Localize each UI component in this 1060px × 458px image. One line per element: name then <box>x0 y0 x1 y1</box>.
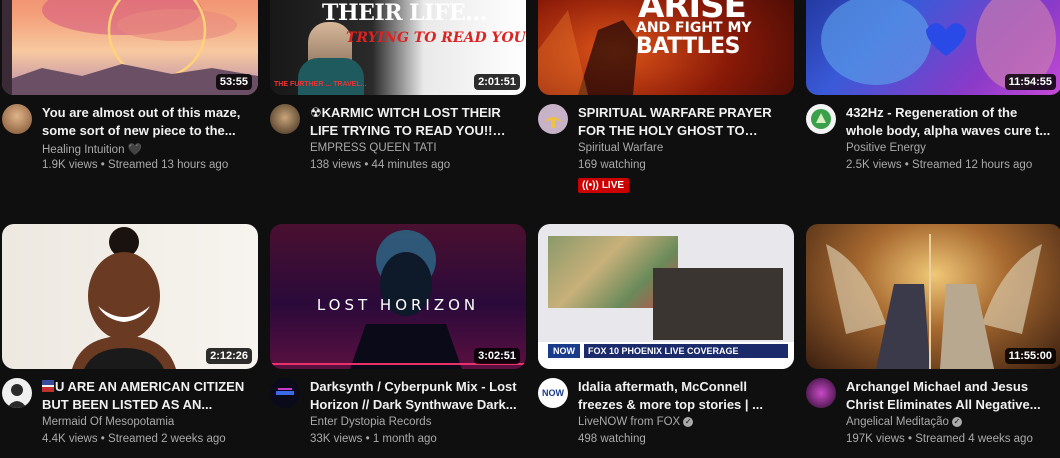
channel-avatar[interactable] <box>2 104 32 134</box>
channel-name[interactable]: Angelical Meditação ✓ <box>846 416 962 428</box>
video-meta: U ARE AN AMERICAN CITIZEN BUT BEEN LISTE… <box>2 378 258 458</box>
black-heart-icon: 🖤 <box>127 144 143 156</box>
video-meta: SPIRITUAL WARFARE PRAYER FOR THE HOLY GH… <box>538 104 794 193</box>
video-thumbnail[interactable]: NOW FOX 10 PHOENIX LIVE COVERAGE <box>538 224 794 369</box>
thumbnail-overlay-text: BATTLES <box>636 34 741 59</box>
video-stats: 169 watching <box>578 159 646 171</box>
video-meta: 432Hz - Regeneration of the whole body, … <box>806 104 1060 184</box>
video-stats: 1.9K views • Streamed 13 hours ago <box>42 159 229 171</box>
thumbnail-overlay-text: LOST HORIZON <box>316 296 480 314</box>
video-meta: Archangel Michael and Jesus Christ Elimi… <box>806 378 1060 458</box>
video-thumbnail[interactable]: 2:12:26 <box>2 224 258 369</box>
live-badge: ((•)) LIVE <box>578 178 630 193</box>
channel-avatar[interactable]: NOW <box>538 378 568 408</box>
video-meta: NOW Idalia aftermath, McConnell freezes … <box>538 378 794 458</box>
radiation-icon: ☢ <box>310 105 322 120</box>
thumbnail-overlay-text: FOX 10 PHOENIX LIVE COVERAGE <box>584 344 788 358</box>
video-title[interactable]: Darksynth / Cyberpunk Mix - Lost Horizon… <box>310 378 520 414</box>
channel-name[interactable]: Healing Intuition 🖤 <box>42 142 142 156</box>
video-stats: 2.5K views • Streamed 12 hours ago <box>846 159 1033 171</box>
channel-avatar[interactable] <box>806 104 836 134</box>
live-broadcast-icon: ((•)) <box>582 180 599 191</box>
video-stats: 498 watching <box>578 433 646 445</box>
video-thumbnail[interactable]: 11:55:00 <box>806 224 1060 369</box>
video-title[interactable]: Idalia aftermath, McConnell freezes & mo… <box>578 378 788 414</box>
channel-name[interactable]: Enter Dystopia Records <box>310 416 431 428</box>
channel-name[interactable]: Mermaid Of Mesopotamia <box>42 416 174 428</box>
video-thumbnail[interactable]: ARISE AND FIGHT MY BATTLES <box>538 0 794 95</box>
video-meta: ☢KARMIC WITCH LOST THEIR LIFE TRYING TO … <box>270 104 526 184</box>
video-title[interactable]: SPIRITUAL WARFARE PRAYER FOR THE HOLY GH… <box>578 104 788 140</box>
verified-icon: ✓ <box>683 416 694 427</box>
channel-avatar[interactable] <box>538 104 568 134</box>
video-duration: 11:54:55 <box>1004 74 1056 90</box>
video-stats: 197K views • Streamed 4 weeks ago <box>846 433 1033 445</box>
channel-name[interactable]: Positive Energy <box>846 142 926 154</box>
video-duration: 11:55:00 <box>1004 348 1056 364</box>
video-duration: 2:01:51 <box>474 74 520 90</box>
channel-avatar[interactable] <box>806 378 836 408</box>
video-title[interactable]: You are almost out of this maze, some so… <box>42 104 252 140</box>
video-stats: 33K views • 1 month ago <box>310 433 437 445</box>
thumbnail-overlay-text: THEIR LIFE... <box>322 0 487 26</box>
video-duration: 3:02:51 <box>474 348 520 364</box>
video-thumbnail[interactable]: 53:55 <box>2 0 258 95</box>
channel-avatar[interactable] <box>270 378 300 408</box>
channel-name[interactable]: LiveNOW from FOX ✓ <box>578 416 694 428</box>
video-stats: 4.4K views • Streamed 2 weeks ago <box>42 433 226 445</box>
video-title[interactable]: U ARE AN AMERICAN CITIZEN BUT BEEN LISTE… <box>42 378 252 414</box>
channel-avatar[interactable] <box>270 104 300 134</box>
video-duration: 53:55 <box>215 74 252 90</box>
thumbnail-overlay-subtext: TRYING TO READ YOU <box>346 30 526 46</box>
video-duration: 2:12:26 <box>206 348 252 364</box>
video-stats: 138 views • 44 minutes ago <box>310 159 451 171</box>
thumbnail-small-text: THE FURTHER ... TRAVEL... <box>274 81 367 88</box>
verified-icon: ✓ <box>951 416 962 427</box>
video-thumbnail[interactable]: LOST HORIZON 3:02:51 <box>270 224 526 369</box>
video-meta: Darksynth / Cyberpunk Mix - Lost Horizon… <box>270 378 526 458</box>
fox-now-logo: NOW <box>548 344 580 358</box>
channel-name[interactable]: EMPRESS QUEEN TATI <box>310 142 437 154</box>
video-thumbnail[interactable]: 11:54:55 <box>806 0 1060 95</box>
channel-avatar[interactable] <box>2 378 32 408</box>
flag-icon <box>42 380 54 392</box>
video-meta: You are almost out of this maze, some so… <box>2 104 258 184</box>
video-thumbnail[interactable]: THEIR LIFE... TRYING TO READ YOU THE FUR… <box>270 0 526 95</box>
channel-name[interactable]: Spiritual Warfare <box>578 142 663 154</box>
video-title[interactable]: 432Hz - Regeneration of the whole body, … <box>846 104 1056 140</box>
video-title[interactable]: ☢KARMIC WITCH LOST THEIR LIFE TRYING TO … <box>310 104 520 140</box>
video-title[interactable]: Archangel Michael and Jesus Christ Elimi… <box>846 378 1056 414</box>
